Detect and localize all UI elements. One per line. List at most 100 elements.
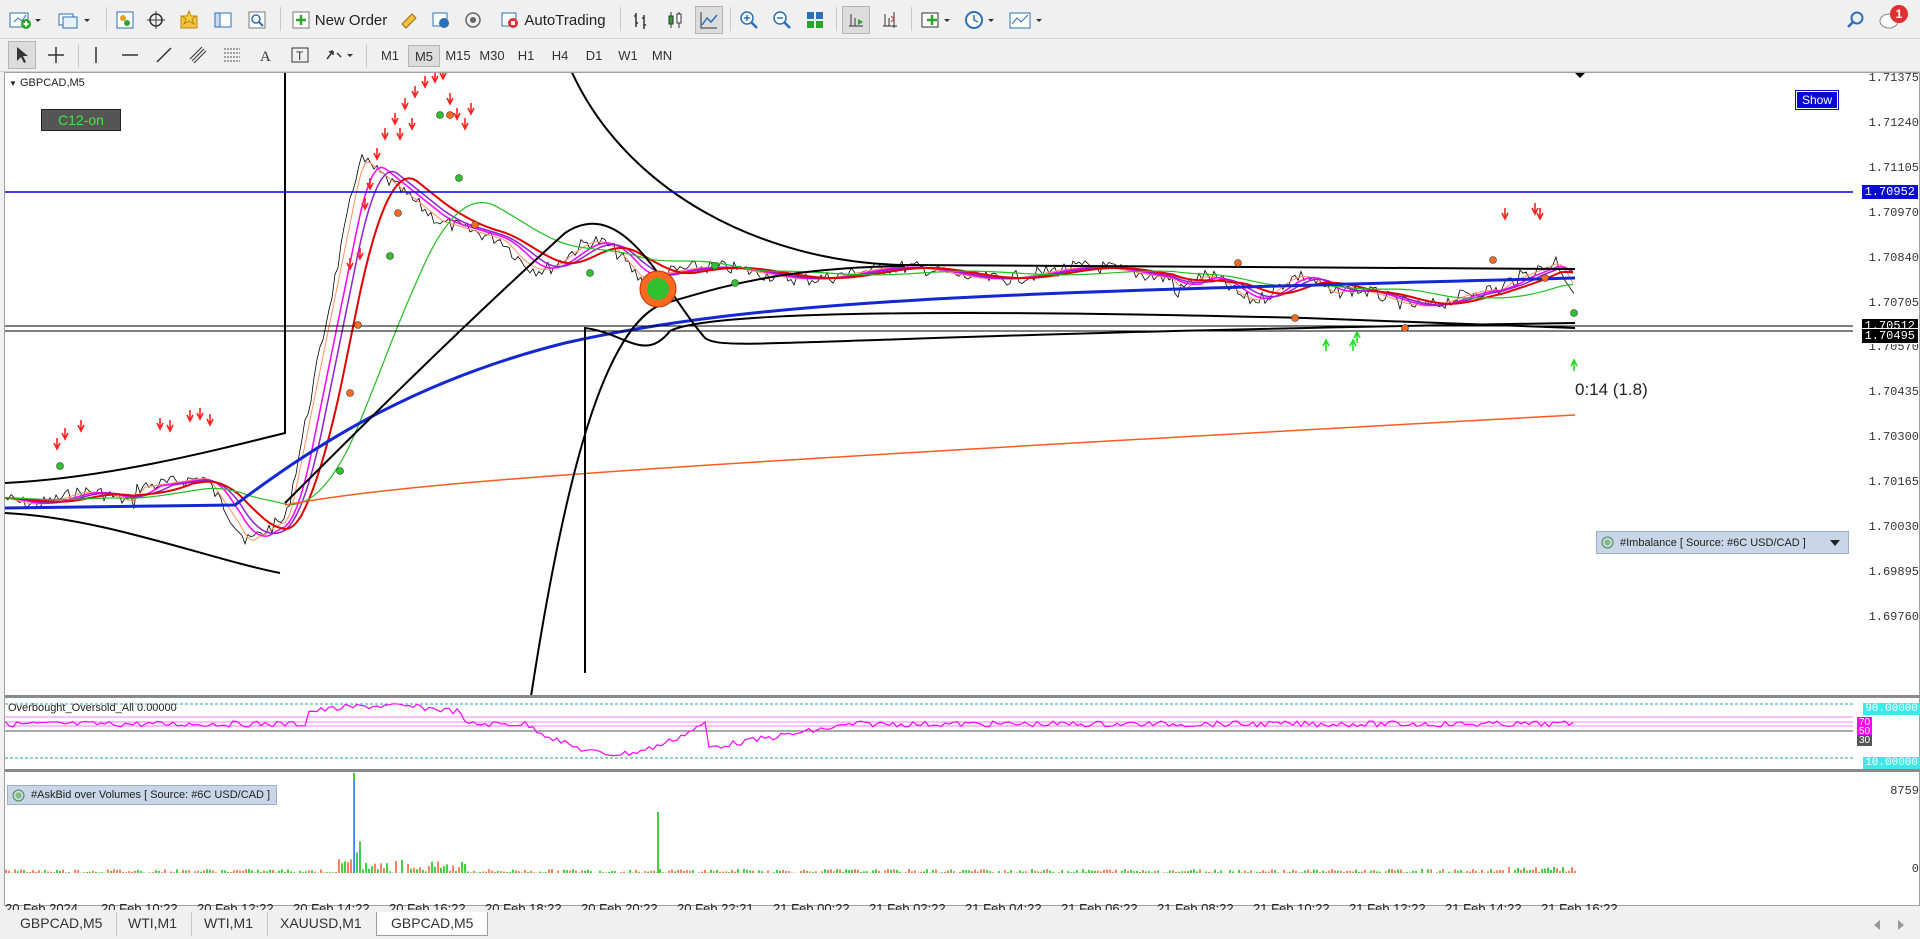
new-order-button[interactable]: New Order	[288, 6, 390, 34]
timeframe-m15[interactable]: M15	[442, 45, 474, 67]
navigator-button[interactable]	[176, 6, 202, 34]
timeframe-m1[interactable]: M1	[374, 45, 406, 67]
fibonacci-button[interactable]	[220, 41, 244, 69]
c12-indicator-badge[interactable]: C12-on	[41, 109, 121, 131]
timeframe-h4[interactable]: H4	[544, 45, 576, 67]
volume-bar	[833, 871, 835, 873]
horizontal-line-button[interactable]	[118, 41, 142, 69]
volume-bar	[350, 859, 352, 873]
terminal-button[interactable]	[210, 6, 236, 34]
chevron-down-icon[interactable]	[1828, 538, 1842, 548]
auto-scroll-button[interactable]	[842, 6, 870, 34]
ema-slow-line	[5, 276, 1576, 510]
search-button[interactable]	[1842, 6, 1870, 34]
crosshair-icon	[48, 47, 64, 63]
notifications-button[interactable]: 1	[1874, 4, 1912, 32]
volume-bar	[1175, 871, 1177, 873]
volume-bar	[113, 869, 115, 873]
profiles-button[interactable]	[55, 6, 93, 34]
volume-bar	[1517, 867, 1519, 873]
autotrading-button[interactable]: AutoTrading	[494, 6, 612, 34]
volume-bar	[761, 871, 763, 873]
chart-window[interactable]: 1.71375 1.71240 1.71105 1.70970 1.70840 1.707…	[4, 71, 1920, 916]
candlestick-button[interactable]	[661, 6, 689, 34]
cursor-tool-button[interactable]	[8, 41, 36, 69]
volume-bar	[1373, 870, 1375, 873]
volume-bar	[257, 869, 259, 873]
volume-bar	[1073, 872, 1075, 873]
askbid-volumes-panel[interactable]: #AskBid over Volumes [ Source: #6C USD/C…	[7, 785, 278, 805]
strategy-tester-button[interactable]	[244, 6, 270, 34]
volume-bar	[1481, 869, 1483, 873]
indicators-icon	[921, 12, 950, 28]
volume-bar	[1097, 870, 1099, 873]
trendline-button[interactable]	[152, 41, 176, 69]
volume-bar	[548, 869, 550, 873]
text-label-button[interactable]: T	[288, 41, 312, 69]
chart-tab-wti-m1-2[interactable]: WTI,M1	[190, 912, 268, 936]
zoom-out-button[interactable]	[768, 6, 796, 34]
signal-dot	[471, 221, 479, 229]
volume-bar	[1187, 871, 1189, 873]
chart-tab-xauusd-m1[interactable]: XAUUSD,M1	[266, 912, 377, 936]
volume-bar	[1304, 870, 1306, 873]
equidistant-channel-button[interactable]	[186, 41, 210, 69]
price-scale[interactable]: 1.71375 1.71240 1.71105 1.70970 1.70840 1.707…	[1855, 71, 1920, 695]
tile-windows-button[interactable]	[801, 6, 829, 34]
metaeditor-button[interactable]	[396, 6, 422, 34]
experts-button[interactable]	[428, 6, 454, 34]
new-chart-button[interactable]	[6, 6, 44, 34]
imbalance-panel[interactable]: #Imbalance [ Source: #6C USD/CAD ]	[1596, 531, 1849, 554]
line-chart-button[interactable]	[695, 6, 723, 34]
timeframe-h1[interactable]: H1	[510, 45, 542, 67]
zoom-in-button[interactable]	[735, 6, 763, 34]
volume-bar	[1241, 872, 1243, 873]
chart-tab-wti-m1[interactable]: WTI,M1	[114, 912, 192, 936]
chart-tab-gbpcad-m5-active[interactable]: GBPCAD,M5	[376, 912, 489, 936]
volume-bar	[50, 871, 52, 873]
signal-dot	[354, 321, 362, 329]
chart-tab-gbpcad-m5[interactable]: GBPCAD,M5	[6, 912, 118, 936]
show-button[interactable]: Show	[1794, 90, 1840, 110]
templates-button[interactable]	[1006, 6, 1048, 34]
volume-bar	[1262, 870, 1264, 873]
timeframe-m30[interactable]: M30	[476, 45, 508, 67]
volume-bar	[1298, 872, 1300, 873]
timeframe-m5[interactable]: M5	[408, 45, 440, 67]
volume-bar	[1043, 870, 1045, 873]
ask-price-tag: 1.70495	[1860, 328, 1919, 344]
volume-bar	[1562, 867, 1564, 873]
volume-bar	[590, 871, 592, 873]
chart-shift-button[interactable]	[876, 6, 904, 34]
text-tool-button[interactable]: A	[254, 41, 278, 69]
volume-bar	[122, 872, 124, 873]
new-order-icon	[292, 11, 310, 29]
volume-bar	[803, 869, 805, 873]
timeframe-w1[interactable]: W1	[612, 45, 644, 67]
data-window-button[interactable]	[143, 6, 169, 34]
bar-chart-button[interactable]	[627, 6, 655, 34]
tab-scroll-arrows[interactable]	[1870, 918, 1910, 932]
buy-arrow-marker	[1349, 338, 1357, 351]
timeframe-mn[interactable]: MN	[646, 45, 678, 67]
volume-bar	[1271, 869, 1273, 873]
indicators-button[interactable]	[918, 6, 956, 34]
vertical-line-button[interactable]	[84, 41, 108, 69]
periods-button[interactable]	[962, 6, 1000, 34]
market-watch-button[interactable]	[112, 6, 138, 34]
volume-bar	[1283, 869, 1285, 873]
volume-bar	[1385, 871, 1387, 873]
crosshair-tool-button[interactable]	[42, 41, 70, 69]
volume-bar	[128, 871, 130, 873]
volume-bar	[1490, 869, 1492, 873]
volume-bar	[857, 869, 859, 873]
signals-icon	[465, 12, 481, 28]
signal-dot	[56, 462, 64, 470]
volume-bar	[1520, 869, 1522, 873]
volume-bar	[101, 872, 103, 873]
volume-bar	[266, 871, 268, 873]
timeframe-d1[interactable]: D1	[578, 45, 610, 67]
volume-bar	[26, 872, 28, 873]
signals-button[interactable]	[460, 6, 486, 34]
arrows-button[interactable]	[322, 41, 358, 69]
